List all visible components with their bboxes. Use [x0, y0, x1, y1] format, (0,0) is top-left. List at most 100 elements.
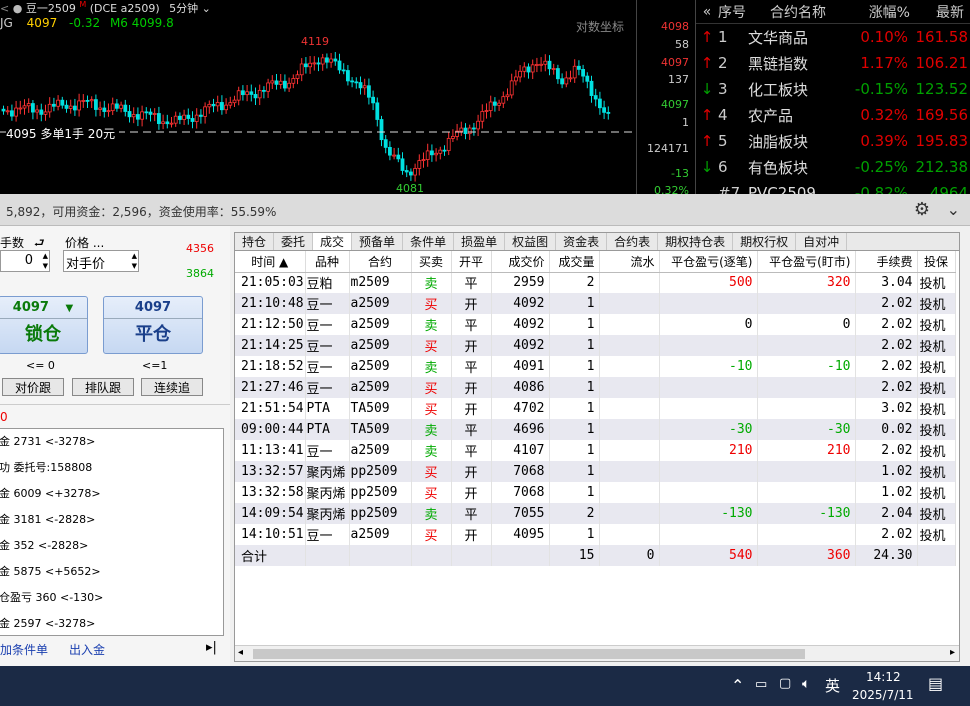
- double-chevron-left-icon[interactable]: «: [696, 4, 718, 20]
- tab-5[interactable]: 损盈单: [454, 233, 506, 250]
- tab-11[interactable]: 自对冲: [796, 233, 848, 250]
- axis-value: 4098: [661, 20, 689, 33]
- queue-follow-button[interactable]: 排队跟: [72, 378, 134, 396]
- ime-indicator[interactable]: 英: [825, 675, 840, 696]
- column-header[interactable]: 品种: [305, 251, 350, 273]
- table-row[interactable]: 14:10:51 豆一 a2509 买开 4095 1 2.02 投机: [235, 524, 956, 545]
- cell-pnl1: -30: [659, 419, 758, 440]
- cell-side: 买: [411, 293, 452, 314]
- stepper-up-icon[interactable]: ▲: [43, 251, 48, 261]
- scroll-left-icon[interactable]: ◂: [238, 647, 243, 658]
- quote-last: 195.83: [915, 132, 969, 150]
- axis-value: 137: [668, 73, 689, 86]
- cell-hedge: 投机: [917, 272, 956, 293]
- column-header[interactable]: 开平: [451, 251, 492, 273]
- quote-row[interactable]: ↑ 4 农产品 0.32% 169.56: [696, 102, 970, 128]
- expand-icon[interactable]: ▸|: [206, 640, 217, 655]
- stepper-down-icon[interactable]: ▼: [43, 261, 48, 271]
- column-header[interactable]: 成交量: [549, 251, 600, 273]
- tab-1[interactable]: 委托: [274, 233, 314, 250]
- table-row[interactable]: 11:13:41 豆一 a2509 卖平 4107 1 210 210 2.02 投机: [235, 440, 956, 461]
- col-index[interactable]: 序号: [718, 2, 748, 22]
- network-icon[interactable]: ▭: [755, 677, 767, 692]
- quote-row[interactable]: #7 PVC2509 -0.82% 4964: [696, 180, 970, 194]
- cell-vol: 1: [549, 482, 600, 503]
- quote-row[interactable]: ↓ 3 化工板块 -0.15% 123.52: [696, 76, 970, 102]
- candle-body: [299, 63, 304, 76]
- add-condition-link[interactable]: 加条件单: [0, 641, 48, 658]
- horizontal-scrollbar[interactable]: ◂ ▸: [235, 645, 959, 661]
- column-header[interactable]: 投保: [917, 251, 956, 273]
- qty-value[interactable]: 0: [25, 253, 33, 268]
- scroll-right-icon[interactable]: ▸: [950, 647, 955, 658]
- col-name[interactable]: 合约名称: [748, 2, 848, 22]
- column-header[interactable]: 平仓盈亏(盯市): [757, 251, 856, 273]
- table-row[interactable]: 21:10:48 豆一 a2509 买开 4092 1 2.02 投机: [235, 293, 956, 314]
- col-last[interactable]: 最新: [910, 2, 964, 22]
- clock-date[interactable]: 2025/7/11: [852, 688, 914, 702]
- cell-prod: 豆一: [305, 314, 350, 335]
- tab-9[interactable]: 期权持仓表: [658, 233, 734, 250]
- table-row[interactable]: 21:27:46 豆一 a2509 买开 4086 1 2.02 投机: [235, 377, 956, 398]
- clock-time[interactable]: 14:12: [866, 670, 901, 684]
- cell-side: 卖: [411, 503, 452, 524]
- price-select[interactable]: 对手价 ▲ ▼: [63, 250, 139, 272]
- quote-row[interactable]: ↑ 1 文华商品 0.10% 161.58: [696, 24, 970, 50]
- deposit-withdraw-link[interactable]: 出入金: [69, 641, 105, 658]
- notification-icon[interactable]: ▤: [928, 674, 943, 693]
- table-row[interactable]: 13:32:58 聚丙烯 pp2509 买开 7068 1 1.02 投机: [235, 482, 956, 503]
- quote-row[interactable]: ↑ 2 黑链指数 1.17% 106.21: [696, 50, 970, 76]
- collapse-icon[interactable]: ⌄: [947, 200, 960, 219]
- stepper-up-icon[interactable]: ▲: [132, 251, 137, 261]
- gear-icon[interactable]: ⚙: [914, 199, 930, 220]
- table-row[interactable]: 14:09:54 聚丙烯 pp2509 卖平 7055 2 -130 -130 2.04 投机: [235, 503, 956, 524]
- tab-3[interactable]: 预备单: [352, 233, 404, 250]
- tab-4[interactable]: 条件单: [403, 233, 455, 250]
- tab-10[interactable]: 期权行权: [733, 233, 797, 250]
- display-icon[interactable]: ▢: [779, 676, 791, 691]
- table-row[interactable]: 21:12:50 豆一 a2509 卖平 4092 1 0 0 2.02 投机: [235, 314, 956, 335]
- candlestick-chart[interactable]: < ● 豆一2509 M (DCE a2509) 5分钟 ⌄ JG 4097 -…: [0, 0, 636, 195]
- tab-8[interactable]: 合约表: [607, 233, 659, 250]
- column-header[interactable]: 平仓盈亏(逐笔): [659, 251, 758, 273]
- column-header[interactable]: 手续费: [855, 251, 918, 273]
- table-row[interactable]: 21:14:25 豆一 a2509 买开 4092 1 2.02 投机: [235, 335, 956, 356]
- table-row[interactable]: 09:00:44 PTA TA509 卖平 4696 1 -30 -30 0.02 投机: [235, 419, 956, 440]
- stepper-down-icon[interactable]: ▼: [132, 261, 137, 271]
- column-header[interactable]: 买卖: [411, 251, 452, 273]
- candle-body: [568, 77, 573, 80]
- cell-prod: 豆一: [305, 524, 350, 545]
- chevron-up-icon[interactable]: ⌃: [731, 676, 744, 695]
- qty-stepper[interactable]: 0 ▲ ▼: [0, 250, 50, 272]
- table-row[interactable]: 21:51:54 PTA TA509 买开 4702 1 3.02 投机: [235, 398, 956, 419]
- column-header[interactable]: 合约: [349, 251, 412, 273]
- counter-price-follow-button[interactable]: 对价跟: [2, 378, 64, 396]
- continuous-chase-button[interactable]: 连续追: [141, 378, 203, 396]
- speaker-icon[interactable]: 🔈︎: [802, 676, 810, 692]
- column-header[interactable]: 成交价: [491, 251, 550, 273]
- table-row[interactable]: 21:18:52 豆一 a2509 卖平 4091 1 -10 -10 2.02 投机: [235, 356, 956, 377]
- tab-2[interactable]: 成交: [313, 233, 353, 250]
- cell-pnl1: [659, 524, 758, 545]
- price-value[interactable]: 对手价: [66, 253, 105, 272]
- lock-limit: <= 0: [26, 359, 55, 372]
- candle-body: [173, 115, 178, 124]
- quote-row[interactable]: ↓ 6 有色板块 -0.25% 212.38: [696, 154, 970, 180]
- table-row[interactable]: 21:05:03 豆粕 m2509 卖平 2959 2 500 320 3.04 投机: [235, 272, 956, 293]
- price-axis: 4098 58 4097 137 4097 1 124171 -13 0.32%: [636, 0, 696, 197]
- candle-body: [245, 91, 250, 96]
- tab-0[interactable]: 持仓: [235, 233, 275, 250]
- column-header[interactable]: 时间 ▲: [235, 251, 306, 273]
- tab-7[interactable]: 资金表: [556, 233, 608, 250]
- hand-icon[interactable]: ⮐: [34, 236, 45, 250]
- close-button[interactable]: 4097 平仓: [103, 296, 203, 354]
- column-header[interactable]: 流水: [599, 251, 660, 273]
- quote-row[interactable]: ↑ 5 油脂板块 0.39% 195.83: [696, 128, 970, 154]
- candle-body: [211, 103, 216, 107]
- lock-button[interactable]: 4097 ▼ 锁仓: [0, 296, 88, 354]
- table-row[interactable]: 13:32:57 聚丙烯 pp2509 买开 7068 1 1.02 投机: [235, 461, 956, 482]
- cell-oc: 开: [451, 335, 492, 356]
- tab-6[interactable]: 权益图: [505, 233, 557, 250]
- scrollbar-thumb[interactable]: [253, 649, 805, 659]
- col-change[interactable]: 涨幅%: [848, 2, 910, 22]
